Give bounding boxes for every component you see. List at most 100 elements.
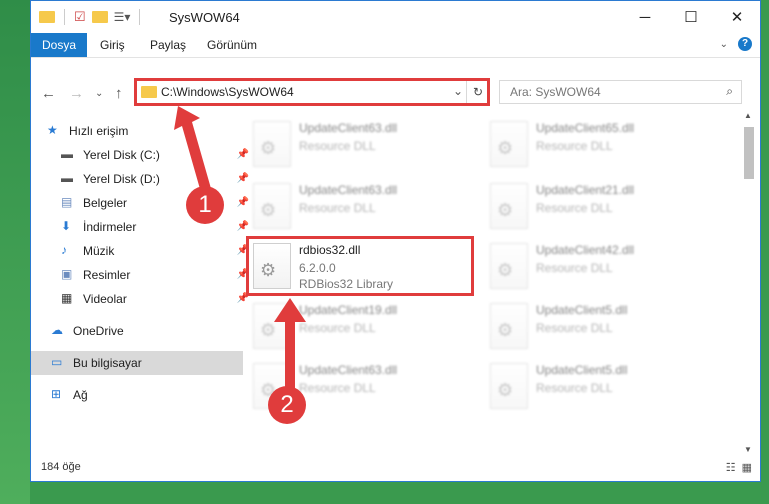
search-input[interactable]: Ara: SysWOW64 ⌕ [499, 80, 742, 104]
computer-icon: ▭ [51, 355, 63, 369]
maximize-button[interactable]: ☐ [668, 1, 714, 33]
file-highlight-box [246, 236, 474, 296]
music-icon: ♪ [61, 243, 67, 257]
sidebar-item-label: Videolar [83, 292, 127, 306]
drive-icon: ▬ [61, 147, 73, 161]
gear-icon: ⚙ [497, 260, 514, 280]
item-count: 184 öğe [41, 461, 81, 473]
file-item[interactable]: ⚙ UpdateClient65.dll Resource DLL [490, 117, 720, 177]
forward-icon[interactable]: → [69, 85, 84, 102]
file-name: UpdateClient5.dll [536, 303, 628, 317]
sidebar-item-label: OneDrive [73, 324, 124, 338]
sidebar-item-label: Yerel Disk (C:) [83, 148, 160, 162]
sidebar-item-downloads[interactable]: ⬇ İndirmeler 📌 [31, 215, 253, 239]
file-item[interactable]: ⚙ UpdateClient63.dll Resource DLL [253, 179, 483, 239]
desktop-background [0, 0, 30, 504]
expand-ribbon-icon[interactable]: ⌄ [720, 39, 728, 50]
gear-icon: ⚙ [497, 200, 514, 220]
videos-icon: ▦ [61, 291, 73, 305]
file-description: Resource DLL [299, 381, 376, 395]
customize-toolbar-icon[interactable]: ☰▾ [114, 10, 131, 24]
ribbon-right: ⌄ ? [720, 37, 752, 51]
drive-icon: ▬ [61, 171, 73, 185]
toolbar-separator [64, 9, 65, 25]
scroll-up-icon[interactable]: ▲ [744, 111, 752, 120]
gear-icon: ⚙ [497, 380, 514, 400]
up-icon[interactable]: ↑ [115, 85, 123, 102]
gear-icon: ⚙ [497, 138, 514, 158]
tab-home[interactable]: Giriş [89, 33, 136, 57]
file-description: Resource DLL [536, 139, 613, 153]
close-button[interactable]: ✕ [714, 1, 760, 33]
file-description: Resource DLL [536, 321, 613, 335]
file-name: UpdateClient42.dll [536, 243, 635, 257]
file-item[interactable]: ⚙ UpdateClient5.dll Resource DLL [490, 299, 720, 359]
tab-share[interactable]: Paylaş [139, 33, 197, 57]
sidebar-item-videos[interactable]: ▦ Videolar 📌 [31, 287, 253, 311]
scrollbar-thumb[interactable] [744, 127, 754, 179]
window-controls: ─ ☐ ✕ [622, 1, 760, 33]
search-icon[interactable]: ⌕ [726, 84, 733, 99]
file-description: Resource DLL [299, 321, 376, 335]
sidebar-item-music[interactable]: ♪ Müzik 📌 [31, 239, 253, 263]
sidebar-item-onedrive[interactable]: ☁ OneDrive [31, 319, 243, 343]
folder-icon [39, 11, 55, 23]
sidebar-item-pictures[interactable]: ▣ Resimler 📌 [31, 263, 253, 287]
step-2-badge: 2 [268, 386, 306, 424]
sidebar-item-label: Müzik [83, 244, 115, 258]
scroll-down-icon[interactable]: ▼ [744, 445, 752, 454]
file-description: Resource DLL [536, 381, 613, 395]
sidebar-item-label: Bu bilgisayar [73, 356, 142, 370]
dll-file-icon: ⚙ [490, 303, 528, 349]
documents-icon: ▤ [61, 195, 73, 209]
pictures-icon: ▣ [61, 267, 73, 281]
file-description: Resource DLL [299, 201, 376, 215]
minimize-button[interactable]: ─ [622, 1, 668, 33]
dll-file-icon: ⚙ [490, 183, 528, 229]
gear-icon: ⚙ [497, 320, 514, 340]
recent-locations-icon[interactable]: ⌄ [95, 88, 103, 99]
file-item[interactable]: ⚙ UpdateClient42.dll Resource DLL [490, 239, 720, 299]
file-name: UpdateClient63.dll [299, 363, 398, 377]
file-item[interactable]: ⚙ UpdateClient5.dll Resource DLL [490, 359, 720, 419]
title-bar: ☑ ☰▾ SysWOW64 ─ ☐ ✕ [31, 1, 760, 33]
file-description: Resource DLL [299, 139, 376, 153]
file-item[interactable]: ⚙ UpdateClient21.dll Resource DLL [490, 179, 720, 239]
sidebar-item-label: Yerel Disk (D:) [83, 172, 160, 186]
file-description: Resource DLL [536, 201, 613, 215]
cloud-icon: ☁ [51, 323, 63, 337]
help-icon[interactable]: ? [738, 37, 752, 51]
tab-view[interactable]: Görünüm [196, 33, 268, 57]
network-icon: ⊞ [51, 387, 62, 401]
dll-file-icon: ⚙ [253, 183, 291, 229]
sidebar-item-network[interactable]: ⊞ Ağ [31, 383, 243, 407]
sidebar-item-this-pc[interactable]: ▭ Bu bilgisayar [31, 351, 243, 375]
quick-access-toolbar: ☑ ☰▾ [39, 9, 143, 25]
vertical-scrollbar[interactable]: ▲ ▼ [742, 109, 756, 459]
tab-file[interactable]: Dosya [31, 33, 88, 57]
back-icon[interactable]: ← [41, 85, 56, 102]
details-view-icon[interactable]: ☷ [726, 461, 736, 474]
file-name: UpdateClient21.dll [536, 183, 635, 197]
file-description: Resource DLL [536, 261, 613, 275]
ribbon-tabs: Dosya Giriş Paylaş Görünüm ⌄ ? [31, 33, 760, 58]
gear-icon: ⚙ [260, 200, 277, 220]
file-name: UpdateClient63.dll [299, 183, 398, 197]
file-name: UpdateClient63.dll [299, 121, 398, 135]
properties-icon[interactable]: ☑ [74, 9, 86, 25]
toolbar-separator [139, 9, 141, 25]
file-name: UpdateClient19.dll [299, 303, 398, 317]
sidebar-item-label: Belgeler [83, 196, 128, 210]
dll-file-icon: ⚙ [490, 121, 528, 167]
new-folder-icon[interactable] [91, 11, 108, 23]
star-icon: ★ [47, 123, 58, 137]
large-icons-view-icon[interactable]: ▦ [742, 461, 752, 474]
file-item[interactable]: ⚙ UpdateClient63.dll Resource DLL [253, 117, 483, 177]
download-icon: ⬇ [61, 219, 72, 233]
sidebar-item-label: Resimler [83, 268, 131, 282]
sidebar-item-label: Hızlı erişim [69, 124, 129, 138]
sidebar-item-label: İndirmeler [83, 220, 137, 234]
dll-file-icon: ⚙ [253, 121, 291, 167]
search-placeholder: Ara: SysWOW64 [510, 85, 601, 99]
dll-file-icon: ⚙ [490, 243, 528, 289]
